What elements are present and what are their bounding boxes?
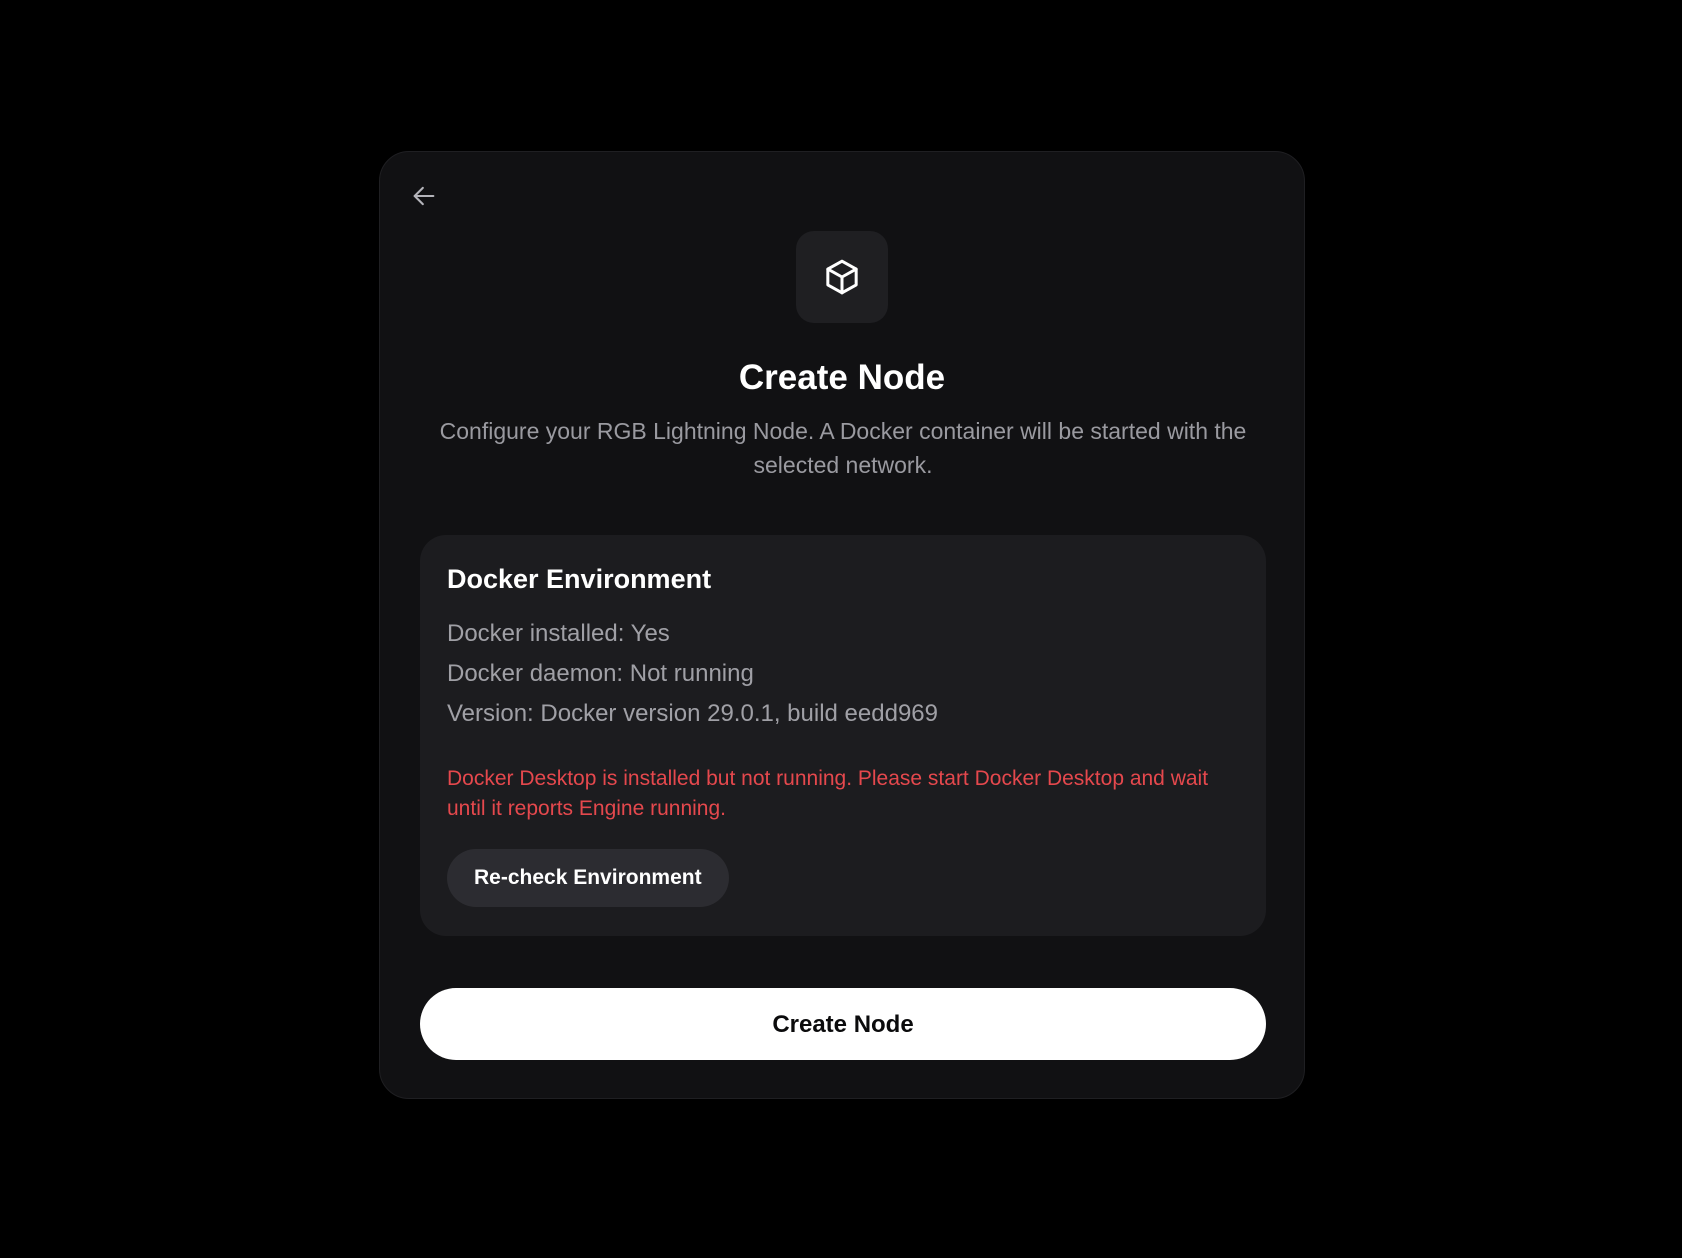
box-icon xyxy=(826,259,858,295)
docker-daemon-status: Docker daemon: Not running xyxy=(447,660,754,687)
error-message: Docker Desktop is installed but not runn… xyxy=(447,767,1209,820)
panel-title: Docker Environment xyxy=(447,564,712,594)
page-title: Create Node xyxy=(738,358,946,397)
docker-installed-status: Docker installed: Yes xyxy=(447,620,670,647)
app-window: Create Node Configure your RGB Lightning… xyxy=(0,0,1682,1258)
create-node-button[interactable]: Create Node xyxy=(420,988,1266,1060)
recheck-environment-button[interactable]: Re-check Environment xyxy=(447,849,729,907)
page-subtitle: Configure your RGB Lightning Node. A Doc… xyxy=(439,418,1247,478)
back-button[interactable] xyxy=(404,176,444,216)
docker-environment-panel: Docker Environment Docker installed: Yes… xyxy=(420,535,1266,936)
create-node-card: Create Node Configure your RGB Lightning… xyxy=(379,151,1305,1099)
node-logo-tile xyxy=(796,231,888,323)
docker-version: Version: Docker version 29.0.1, build ee… xyxy=(447,700,938,727)
arrow-left-icon xyxy=(413,186,435,206)
